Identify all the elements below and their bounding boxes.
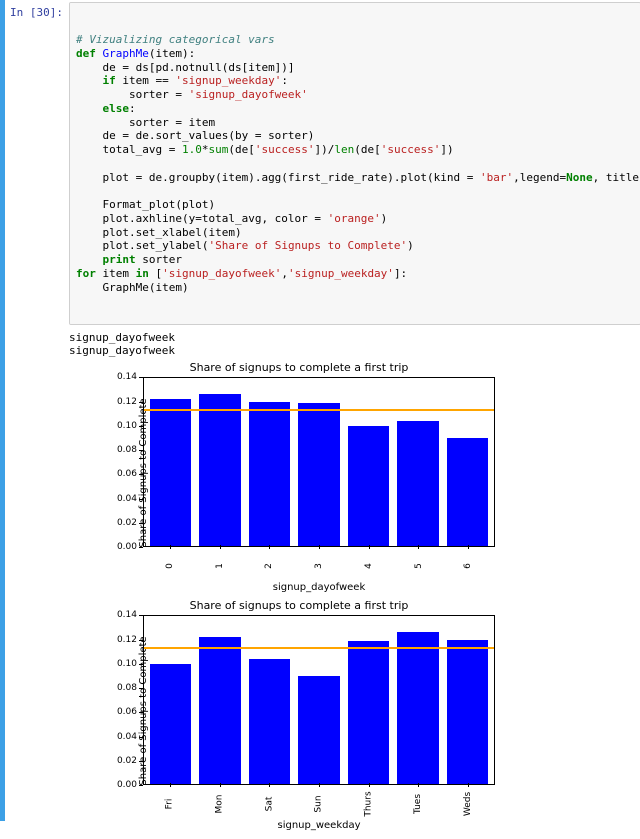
code-cell: In [30]: # Vizualizing categorical varsd… (5, 2, 640, 325)
bar (447, 640, 488, 784)
notebook: In [30]: # Vizualizing categorical varsd… (0, 0, 640, 821)
xtick: 1 (199, 549, 241, 583)
chart-1: Share of signups to complete a first tri… (99, 601, 499, 821)
input-prompt: In [30]: (5, 2, 69, 325)
xtick: 5 (398, 549, 440, 583)
chart-0: Share of signups to complete a first tri… (99, 363, 499, 583)
avg-hline (144, 647, 494, 649)
bar (249, 659, 290, 784)
xtick: Sat (248, 787, 290, 821)
plot-area (143, 377, 495, 547)
bar (397, 632, 438, 784)
bar (199, 637, 240, 785)
bar (447, 438, 488, 546)
chart-title: Share of signups to complete a first tri… (99, 599, 499, 612)
chart-title: Share of signups to complete a first tri… (99, 361, 499, 374)
bar (150, 399, 191, 547)
code-input[interactable]: # Vizualizing categorical varsdef GraphM… (69, 2, 640, 325)
xtick: Weds (447, 787, 489, 821)
xtick: Sun (298, 787, 340, 821)
plot-area (143, 615, 495, 785)
xtick: Mon (199, 787, 241, 821)
xtick: Thurs (348, 787, 390, 821)
chart-xlabel: signup_dayofweek (143, 582, 495, 593)
bar (348, 426, 389, 546)
bar (249, 402, 290, 546)
xtick: 2 (248, 549, 290, 583)
bar (298, 403, 339, 546)
chart-xlabel: signup_weekday (143, 820, 495, 831)
xtick: 6 (447, 549, 489, 583)
xtick: 3 (298, 549, 340, 583)
cell-output: signup_dayofweek signup_dayofweek Share … (63, 325, 640, 821)
bar (298, 676, 339, 784)
xtick: 4 (348, 549, 390, 583)
xtick: Fri (149, 787, 191, 821)
avg-hline (144, 409, 494, 411)
xtick: Tues (398, 787, 440, 821)
bar (348, 641, 389, 784)
bar (150, 664, 191, 784)
bar (199, 394, 240, 546)
xtick: 0 (149, 549, 191, 583)
bar (397, 421, 438, 546)
stdout-text: signup_dayofweek signup_dayofweek (69, 331, 640, 357)
